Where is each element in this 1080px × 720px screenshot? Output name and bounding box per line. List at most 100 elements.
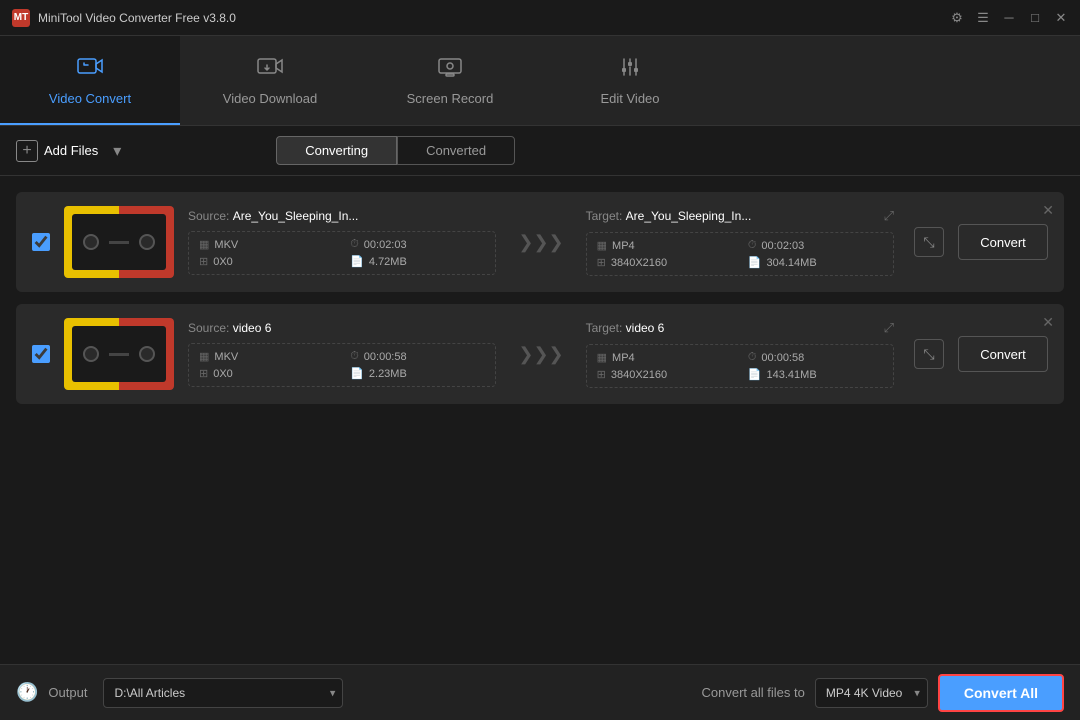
resolution-icon: ⊞ (199, 255, 208, 268)
file-list: Source: Are_You_Sleeping_In... ▦ MKV ⏱ 0… (0, 176, 1080, 420)
output-label: Output (48, 685, 87, 700)
add-files-dropdown[interactable]: ▾ (108, 140, 126, 162)
video-download-icon (256, 55, 284, 85)
target-size-icon: 📄 (748, 256, 762, 269)
convert-all-button[interactable]: Convert All (938, 674, 1064, 712)
file-thumbnail-1 (64, 206, 174, 278)
file-target-info-1: Target: Are_You_Sleeping_In... ⤢ ▦ MP4 ⏱… (586, 208, 894, 276)
target-duration: 00:02:03 (761, 240, 804, 252)
convert-button-1[interactable]: Convert (958, 224, 1048, 260)
resolution-icon: ⊞ (199, 367, 208, 380)
format-select-wrapper: MP4 4K Video (815, 678, 928, 708)
arrows-icon: ❯❯❯ (518, 344, 563, 365)
bottom-bar: 🕐 Output D:\All Articles Convert all fil… (0, 664, 1080, 720)
converting-tab[interactable]: Converting (276, 136, 397, 165)
format-icon: ▦ (199, 238, 209, 251)
target-name: Are_You_Sleeping_In... (626, 209, 752, 223)
tab-edit-video-label: Edit Video (600, 91, 659, 106)
arrows-icon: ❯❯❯ (518, 232, 563, 253)
tab-screen-record-label: Screen Record (407, 91, 494, 106)
menu-button[interactable]: ☰ (976, 11, 990, 25)
target-size: 304.14MB (767, 257, 817, 269)
target-name: video 6 (626, 321, 665, 335)
target-label: Target: (586, 321, 626, 335)
titlebar-title: MiniTool Video Converter Free v3.8.0 (38, 11, 236, 25)
minimize-button[interactable]: ─ (1002, 11, 1016, 25)
add-files-button[interactable]: + Add Files (16, 140, 98, 162)
edit-target-icon[interactable]: ⤢ (884, 208, 894, 224)
tab-video-download[interactable]: Video Download (180, 36, 360, 125)
add-files-label: Add Files (44, 143, 98, 158)
target-meta: ▦ MP4 ⏱ 00:02:03 ⊞ 3840X2160 📄 304.14MB (586, 232, 894, 276)
source-size: 2.23MB (369, 368, 407, 380)
output-path-wrapper: D:\All Articles (103, 678, 343, 708)
format-select[interactable]: MP4 4K Video (815, 678, 928, 708)
duration-icon: ⏱ (350, 350, 359, 363)
format-icon: ▦ (199, 350, 209, 363)
file-checkbox-1[interactable] (32, 233, 50, 251)
file-source-info-1: Source: Are_You_Sleeping_In... ▦ MKV ⏱ 0… (188, 209, 496, 275)
tab-edit-video[interactable]: Edit Video (540, 36, 720, 125)
target-format: MP4 (612, 240, 635, 252)
close-button[interactable]: ✕ (1054, 11, 1068, 25)
target-format-icon: ▦ (597, 351, 607, 364)
file-card-1: Source: Are_You_Sleeping_In... ▦ MKV ⏱ 0… (16, 192, 1064, 292)
close-card-button-1[interactable]: ✕ (1042, 202, 1054, 219)
target-duration-icon: ⏱ (748, 239, 757, 252)
target-duration-icon: ⏱ (748, 351, 757, 364)
converted-tab[interactable]: Converted (397, 136, 515, 165)
target-meta: ▦ MP4 ⏱ 00:00:58 ⊞ 3840X2160 📄 143.41MB (586, 344, 894, 388)
titlebar-left: MT MiniTool Video Converter Free v3.8.0 (12, 9, 236, 27)
size-icon: 📄 (350, 367, 364, 380)
target-size: 143.41MB (767, 369, 817, 381)
source-name: Are_You_Sleeping_In... (233, 209, 359, 223)
output-path-select[interactable]: D:\All Articles (103, 678, 343, 708)
source-duration: 00:02:03 (364, 239, 407, 251)
edit-video-icon (616, 55, 644, 85)
toolbar: + Add Files ▾ Converting Converted (0, 126, 1080, 176)
size-icon: 📄 (350, 255, 364, 268)
source-duration: 00:00:58 (364, 351, 407, 363)
file-card-2: Source: video 6 ▦ MKV ⏱ 00:00:58 ⊞ 0X0 📄 (16, 304, 1064, 404)
tab-screen-record[interactable]: Screen Record (360, 36, 540, 125)
target-label: Target: (586, 209, 626, 223)
target-duration: 00:00:58 (761, 352, 804, 364)
output-icon: 🕐 (16, 682, 38, 703)
jump-to-folder-icon[interactable]: ⤡ (914, 339, 944, 369)
target-format-icon: ▦ (597, 239, 607, 252)
file-checkbox-2[interactable] (32, 345, 50, 363)
nav-tabs: Video Convert Video Download Screen Reco… (0, 36, 1080, 126)
source-format: MKV (214, 239, 238, 251)
target-resolution-icon: ⊞ (597, 368, 606, 381)
app-icon: MT (12, 9, 30, 27)
source-label: Source: (188, 321, 233, 335)
close-card-button-2[interactable]: ✕ (1042, 314, 1054, 331)
file-thumbnail-2 (64, 318, 174, 390)
file-target-info-2: Target: video 6 ⤢ ▦ MP4 ⏱ 00:00:58 ⊞ 384… (586, 320, 894, 388)
tab-switch: Converting Converted (276, 136, 515, 165)
source-meta: ▦ MKV ⏱ 00:00:58 ⊞ 0X0 📄 2.23MB (188, 343, 496, 387)
maximize-button[interactable]: □ (1028, 11, 1042, 25)
settings-button[interactable]: ⚙ (950, 11, 964, 25)
plus-icon: + (16, 140, 38, 162)
screen-record-icon (436, 55, 464, 85)
source-format: MKV (214, 351, 238, 363)
target-resolution-icon: ⊞ (597, 256, 606, 269)
titlebar-controls: ⚙ ☰ ─ □ ✕ (950, 11, 1068, 25)
source-label: Source: (188, 209, 233, 223)
tab-video-download-label: Video Download (223, 91, 317, 106)
tab-video-convert-label: Video Convert (49, 91, 131, 106)
titlebar: MT MiniTool Video Converter Free v3.8.0 … (0, 0, 1080, 36)
source-resolution: 0X0 (213, 368, 233, 380)
convert-button-2[interactable]: Convert (958, 336, 1048, 372)
video-convert-icon (76, 55, 104, 85)
duration-icon: ⏱ (350, 238, 359, 251)
source-resolution: 0X0 (213, 256, 233, 268)
jump-to-folder-icon[interactable]: ⤡ (914, 227, 944, 257)
target-format: MP4 (612, 352, 635, 364)
tab-video-convert[interactable]: Video Convert (0, 36, 180, 125)
target-resolution: 3840X2160 (611, 369, 667, 381)
target-size-icon: 📄 (748, 368, 762, 381)
convert-all-label: Convert all files to (702, 685, 805, 700)
edit-target-icon[interactable]: ⤢ (884, 320, 894, 336)
